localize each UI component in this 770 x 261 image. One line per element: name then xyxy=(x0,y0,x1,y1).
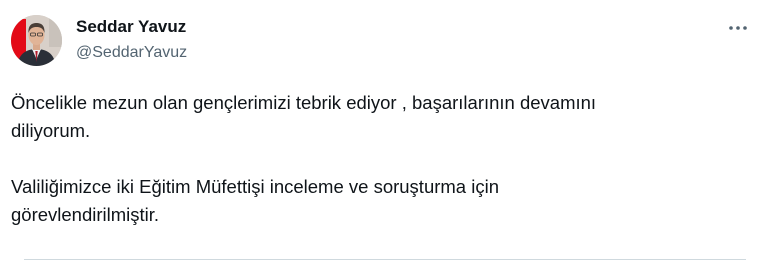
tweet-text-line: diliyorum. xyxy=(11,120,91,141)
tweet-text-line: Valiliğimizce iki Eğitim Müfettişi incel… xyxy=(11,176,499,197)
author-display-name[interactable]: Seddar Yavuz xyxy=(76,17,186,37)
divider xyxy=(24,259,746,260)
tweet-card[interactable]: Seddar Yavuz @SeddarYavuz Öncelikle mezu… xyxy=(0,0,770,261)
tweet-text: Öncelikle mezun olan gençlerimizi tebrik… xyxy=(11,89,756,229)
author-handle[interactable]: @SeddarYavuz xyxy=(76,44,187,62)
more-options-button[interactable] xyxy=(724,14,752,42)
tweet-text-line: Öncelikle mezun olan gençlerimizi tebrik… xyxy=(11,92,597,113)
avatar-portrait-icon xyxy=(11,15,62,66)
more-horizontal-icon xyxy=(729,26,747,30)
author-avatar[interactable] xyxy=(11,15,62,66)
tweet-text-line: görevlendirilmiştir. xyxy=(11,204,160,225)
